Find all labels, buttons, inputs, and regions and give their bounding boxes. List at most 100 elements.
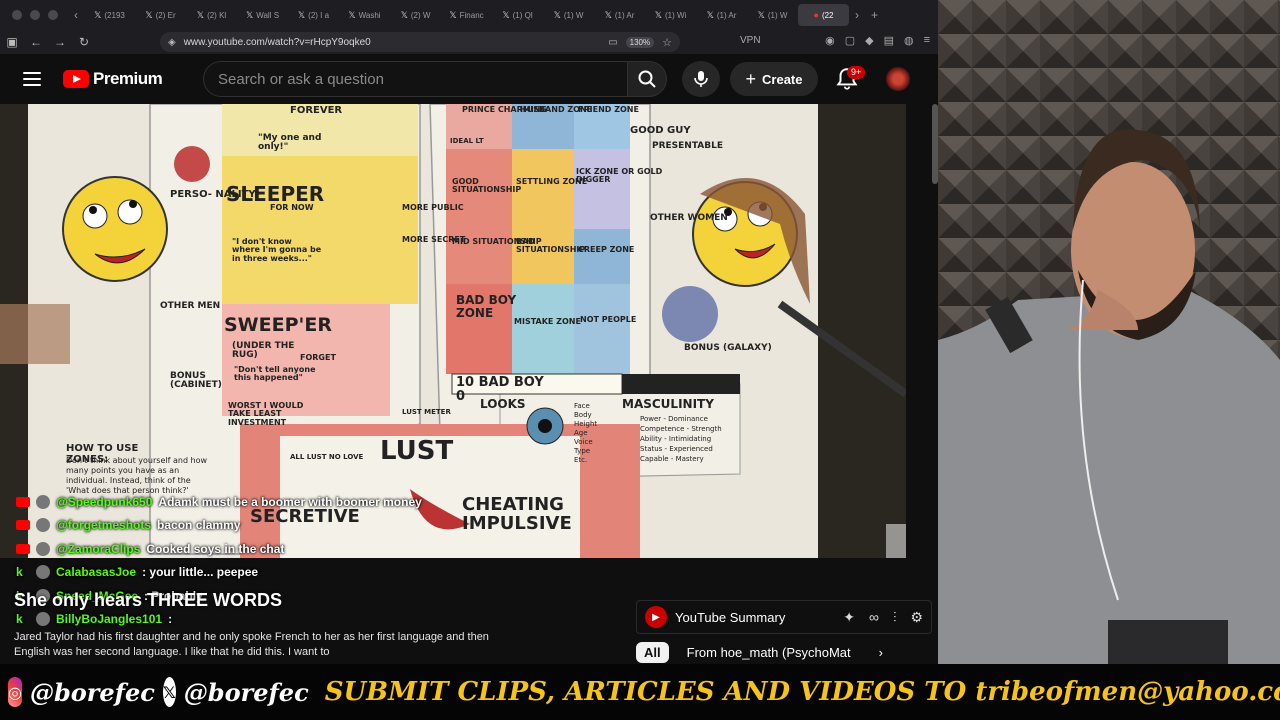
- x-favicon-icon: 𝕏: [604, 9, 612, 20]
- looks-item: Etc.: [574, 456, 588, 464]
- tab-strip: 𝕏 (2193 𝕏 (2) Er 𝕏 (2) Kl 𝕏 Wall S 𝕏 (2) I a 𝕏 Wash…: [84, 0, 849, 30]
- x-favicon-icon: 𝕏: [502, 9, 510, 20]
- forward-button[interactable]: →: [48, 35, 72, 49]
- browser-tab[interactable]: ● (22: [798, 4, 849, 26]
- tab-label: Washi: [358, 10, 381, 20]
- drawing-label: ALL LUST NO LOVE: [290, 453, 364, 461]
- browser-tab[interactable]: 𝕏 (2193: [84, 4, 135, 26]
- drawing-label: FORGET: [300, 353, 336, 362]
- audio-wave-icon[interactable]: ⫶: [893, 609, 897, 626]
- x-twitter-icon: 𝕏: [162, 677, 176, 707]
- chat-text: : your little... peepee: [142, 565, 259, 580]
- chat-avatar: [36, 612, 50, 627]
- chat-message: @ZamoraClips Cooked soys in the chat: [0, 537, 640, 561]
- picture-in-picture-icon[interactable]: ▭: [608, 37, 617, 48]
- search-button[interactable]: [627, 61, 667, 97]
- back-button[interactable]: ←: [24, 35, 48, 49]
- extension-icon[interactable]: ▢: [845, 34, 855, 47]
- tab-label: (2193: [104, 10, 125, 20]
- tab-label: (2) Er: [155, 10, 176, 20]
- promo-text: SUBMIT CLIPS, ARTICLES AND VIDEOS TO tri…: [324, 677, 1280, 707]
- shield-icon[interactable]: ◈: [168, 37, 176, 48]
- glasses-icon[interactable]: ∞: [869, 609, 879, 626]
- browser-tab[interactable]: 𝕏 (1) W: [747, 4, 798, 26]
- browser-tab[interactable]: 𝕏 (2) W: [390, 4, 441, 26]
- x-handle: @borefec: [183, 677, 309, 707]
- vpn-button[interactable]: VPN: [740, 35, 761, 46]
- x-favicon-icon: 𝕏: [145, 9, 153, 20]
- tab-label: Financ: [459, 10, 484, 20]
- browser-tab[interactable]: 𝕏 (1) Ar: [594, 4, 645, 26]
- browser-tab[interactable]: 𝕏 (2) Er: [135, 4, 186, 26]
- chevron-right-icon[interactable]: ›: [879, 645, 883, 660]
- drawing-label: BONUS (CABINET): [170, 371, 222, 391]
- masculinity-item: Capable - Mastery: [640, 455, 704, 463]
- kick-platform-icon: k: [16, 565, 23, 580]
- browser-tab[interactable]: 𝕏 Wall S: [237, 4, 288, 26]
- chat-username: BillyBoJangles101: [56, 612, 163, 627]
- browser-tab[interactable]: 𝕏 Financ: [441, 4, 492, 26]
- account-avatar[interactable]: [886, 67, 910, 91]
- sidebar-toggle-icon[interactable]: ▣: [0, 35, 24, 49]
- address-bar[interactable]: ◈ www.youtube.com/watch?v=rHcpY9oqke0 ▭ …: [160, 32, 680, 52]
- masculinity-item: Status - Experienced: [640, 445, 713, 453]
- chat-username: @Speedpunk650: [56, 494, 153, 509]
- browser-tab[interactable]: 𝕏 (1) Ql: [492, 4, 543, 26]
- tabs-scroll-left-icon[interactable]: ‹: [68, 8, 84, 22]
- chat-avatar: [36, 494, 50, 509]
- new-tab-button[interactable]: +: [865, 8, 884, 22]
- drawing-label: ICK ZONE OR GOLD DIGGER: [576, 167, 663, 185]
- chat-message: @Speedpunk650 Adamk must be a boomer with…: [0, 490, 640, 514]
- drawing-label: GOOD GUY: [630, 125, 691, 136]
- youtube-summary-panel[interactable]: ▶ YouTube Summary ✦ ∞ ⫶ ⚙: [636, 600, 932, 634]
- search-input[interactable]: Search or ask a question: [203, 61, 627, 97]
- extension-icon[interactable]: ◍: [904, 34, 914, 47]
- drawing-label: PERSO- NALITY: [170, 189, 256, 200]
- tab-label: (2) I a: [308, 10, 330, 20]
- x-favicon-icon: 𝕏: [553, 9, 561, 20]
- chip-all[interactable]: All: [636, 642, 669, 663]
- drawing-label: "My one and only!": [258, 133, 322, 153]
- chat-message: k BillyBoJangles101:: [0, 608, 640, 632]
- promo-banner: ◎ @borefec 𝕏 @borefec SUBMIT CLIPS, ARTI…: [0, 664, 1280, 720]
- drawing-label: BAD BOY ZONE: [456, 293, 517, 320]
- create-button[interactable]: + Create: [730, 62, 818, 96]
- browser-tab[interactable]: 𝕏 (2) I a: [288, 4, 339, 26]
- browser-tab[interactable]: 𝕏 Washi: [339, 4, 390, 26]
- chip-from-channel[interactable]: From hoe_math (PsychoMat: [679, 642, 859, 663]
- maximize-window-button[interactable]: [48, 10, 58, 20]
- chat-avatar: [36, 541, 50, 556]
- drawing-label: OTHER WOMEN: [650, 213, 728, 223]
- summary-play-icon: ▶: [645, 606, 667, 628]
- webcam-feed: [938, 0, 1280, 664]
- browser-tab[interactable]: 𝕏 (2) Kl: [186, 4, 237, 26]
- hamburger-menu-icon[interactable]: [23, 72, 41, 86]
- plus-icon: +: [745, 68, 757, 89]
- extension-icon[interactable]: ◉: [825, 34, 835, 47]
- chat-avatar: [36, 565, 50, 580]
- looks-item: Body: [574, 411, 592, 419]
- browser-tab[interactable]: 𝕏 (1) Wi: [645, 4, 696, 26]
- menu-icon[interactable]: ≡: [924, 34, 930, 47]
- close-window-button[interactable]: [12, 10, 22, 20]
- notification-count-badge: 9+: [847, 66, 866, 79]
- extension-icon[interactable]: ▤: [884, 34, 894, 47]
- extension-icon[interactable]: ◆: [865, 34, 873, 47]
- voice-search-button[interactable]: [682, 61, 720, 97]
- sparkle-icon[interactable]: ✦: [843, 609, 855, 626]
- tabs-scroll-right-icon[interactable]: ›: [849, 8, 865, 22]
- reload-button[interactable]: ↻: [72, 35, 96, 49]
- zoom-level[interactable]: 130%: [625, 36, 655, 48]
- minimize-window-button[interactable]: [30, 10, 40, 20]
- bookmark-star-icon[interactable]: ☆: [662, 36, 672, 49]
- browser-tab[interactable]: 𝕏 (1) W: [543, 4, 594, 26]
- drawing-label: FOREVER: [290, 105, 343, 116]
- settings-gear-icon[interactable]: ⚙: [910, 609, 923, 626]
- drawing-label: NOT PEOPLE: [580, 315, 637, 324]
- browser-tab[interactable]: 𝕏 (1) Ar: [696, 4, 747, 26]
- youtube-premium-logo[interactable]: Premium: [63, 69, 163, 89]
- youtube-play-icon: [63, 70, 89, 88]
- url-text[interactable]: www.youtube.com/watch?v=rHcpY9oqke0: [184, 37, 601, 48]
- x-favicon-icon: 𝕏: [706, 9, 714, 20]
- x-favicon-icon: 𝕏: [654, 9, 662, 20]
